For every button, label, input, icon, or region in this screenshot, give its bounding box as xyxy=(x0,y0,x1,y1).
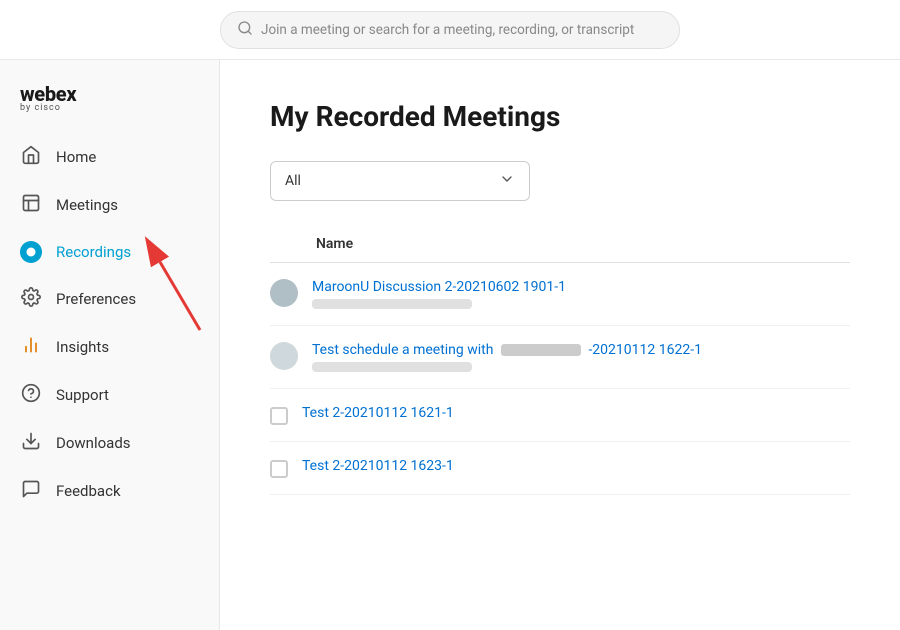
table-row: Test 2-20210112 1621-1 xyxy=(270,389,850,442)
row-info: MaroonU Discussion 2-20210602 1901-1 xyxy=(312,279,850,309)
sidebar-item-preferences[interactable]: Preferences xyxy=(0,275,219,323)
content-area: My Recorded Meetings All Name MaroonU Di… xyxy=(220,60,900,630)
row-checkbox[interactable] xyxy=(270,460,288,478)
search-placeholder: Join a meeting or search for a meeting, … xyxy=(261,22,634,38)
avatar xyxy=(270,342,298,370)
sidebar-label-downloads: Downloads xyxy=(56,434,131,452)
sidebar-label-meetings: Meetings xyxy=(56,196,118,214)
home-icon xyxy=(20,145,42,169)
insights-icon xyxy=(20,335,42,359)
recording-name[interactable]: MaroonU Discussion 2-20210602 1901-1 xyxy=(312,279,850,295)
table-row: MaroonU Discussion 2-20210602 1901-1 xyxy=(270,263,850,326)
table-header: Name xyxy=(270,233,850,263)
sidebar-item-meetings[interactable]: Meetings xyxy=(0,181,219,229)
sidebar-label-support: Support xyxy=(56,386,109,404)
sidebar-label-insights: Insights xyxy=(56,338,109,356)
app-by: by cisco xyxy=(20,104,199,113)
sidebar-label-home: Home xyxy=(56,148,96,166)
downloads-icon xyxy=(20,431,42,455)
page-title: My Recorded Meetings xyxy=(270,100,850,133)
row-info: Test schedule a meeting with -20210112 1… xyxy=(312,342,850,372)
chevron-down-icon xyxy=(499,171,515,191)
main-layout: webex by cisco Home Meetings xyxy=(0,60,900,630)
avatar xyxy=(270,279,298,307)
meetings-icon xyxy=(20,193,42,217)
table-row: Test 2-20210112 1623-1 xyxy=(270,442,850,495)
sidebar-item-downloads[interactable]: Downloads xyxy=(0,419,219,467)
recording-name[interactable]: Test 2-20210112 1621-1 xyxy=(302,405,850,421)
search-icon xyxy=(237,20,253,40)
column-name-header: Name xyxy=(270,236,353,252)
sidebar-item-support[interactable]: Support xyxy=(0,371,219,419)
webex-logo: webex by cisco xyxy=(20,84,199,113)
filter-dropdown[interactable]: All xyxy=(270,161,530,201)
sidebar-label-preferences: Preferences xyxy=(56,290,136,308)
row-info: Test 2-20210112 1623-1 xyxy=(302,458,850,478)
sidebar: webex by cisco Home Meetings xyxy=(0,60,220,630)
recordings-icon xyxy=(20,241,42,263)
sidebar-label-feedback: Feedback xyxy=(56,482,121,500)
preferences-icon xyxy=(20,287,42,311)
recording-name[interactable]: Test schedule a meeting with -20210112 1… xyxy=(312,342,850,358)
sidebar-item-feedback[interactable]: Feedback xyxy=(0,467,219,515)
app-name: webex xyxy=(20,84,199,104)
row-checkbox[interactable] xyxy=(270,407,288,425)
sidebar-label-recordings: Recordings xyxy=(56,243,131,261)
recording-name[interactable]: Test 2-20210112 1623-1 xyxy=(302,458,850,474)
logo-area: webex by cisco xyxy=(0,70,219,133)
feedback-icon xyxy=(20,479,42,503)
row-info: Test 2-20210112 1621-1 xyxy=(302,405,850,425)
sidebar-item-insights[interactable]: Insights xyxy=(0,323,219,371)
row-meta xyxy=(312,362,472,372)
sidebar-item-home[interactable]: Home xyxy=(0,133,219,181)
top-bar: Join a meeting or search for a meeting, … xyxy=(0,0,900,60)
sidebar-item-recordings[interactable]: Recordings xyxy=(0,229,219,275)
filter-selected: All xyxy=(285,173,301,189)
search-bar[interactable]: Join a meeting or search for a meeting, … xyxy=(220,11,680,49)
row-meta xyxy=(312,299,472,309)
recordings-table: Name MaroonU Discussion 2-20210602 1901-… xyxy=(270,233,850,495)
table-row: Test schedule a meeting with -20210112 1… xyxy=(270,326,850,389)
support-icon xyxy=(20,383,42,407)
